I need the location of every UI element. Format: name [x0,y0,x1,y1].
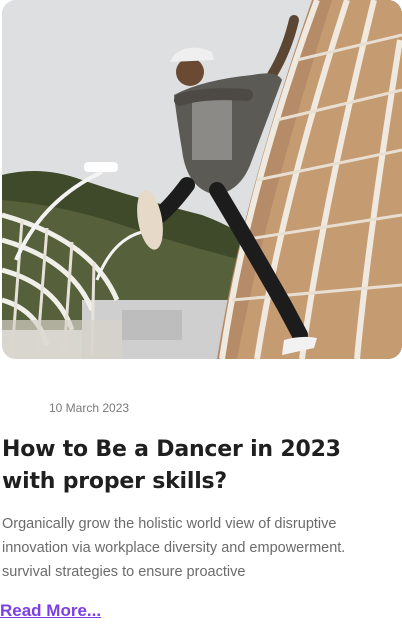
post-title[interactable]: How to Be a Dancer in 2023 with proper s… [2,434,394,498]
post-image[interactable] [2,0,402,359]
read-more-link[interactable]: Read More... [0,601,101,621]
post-date: 10 March 2023 [49,401,130,415]
post-excerpt: Organically grow the holistic world view… [2,516,346,580]
blog-card: 10 March 2023 How to Be a Dancer in 2023… [0,0,402,627]
dancer-illustration [2,0,402,359]
